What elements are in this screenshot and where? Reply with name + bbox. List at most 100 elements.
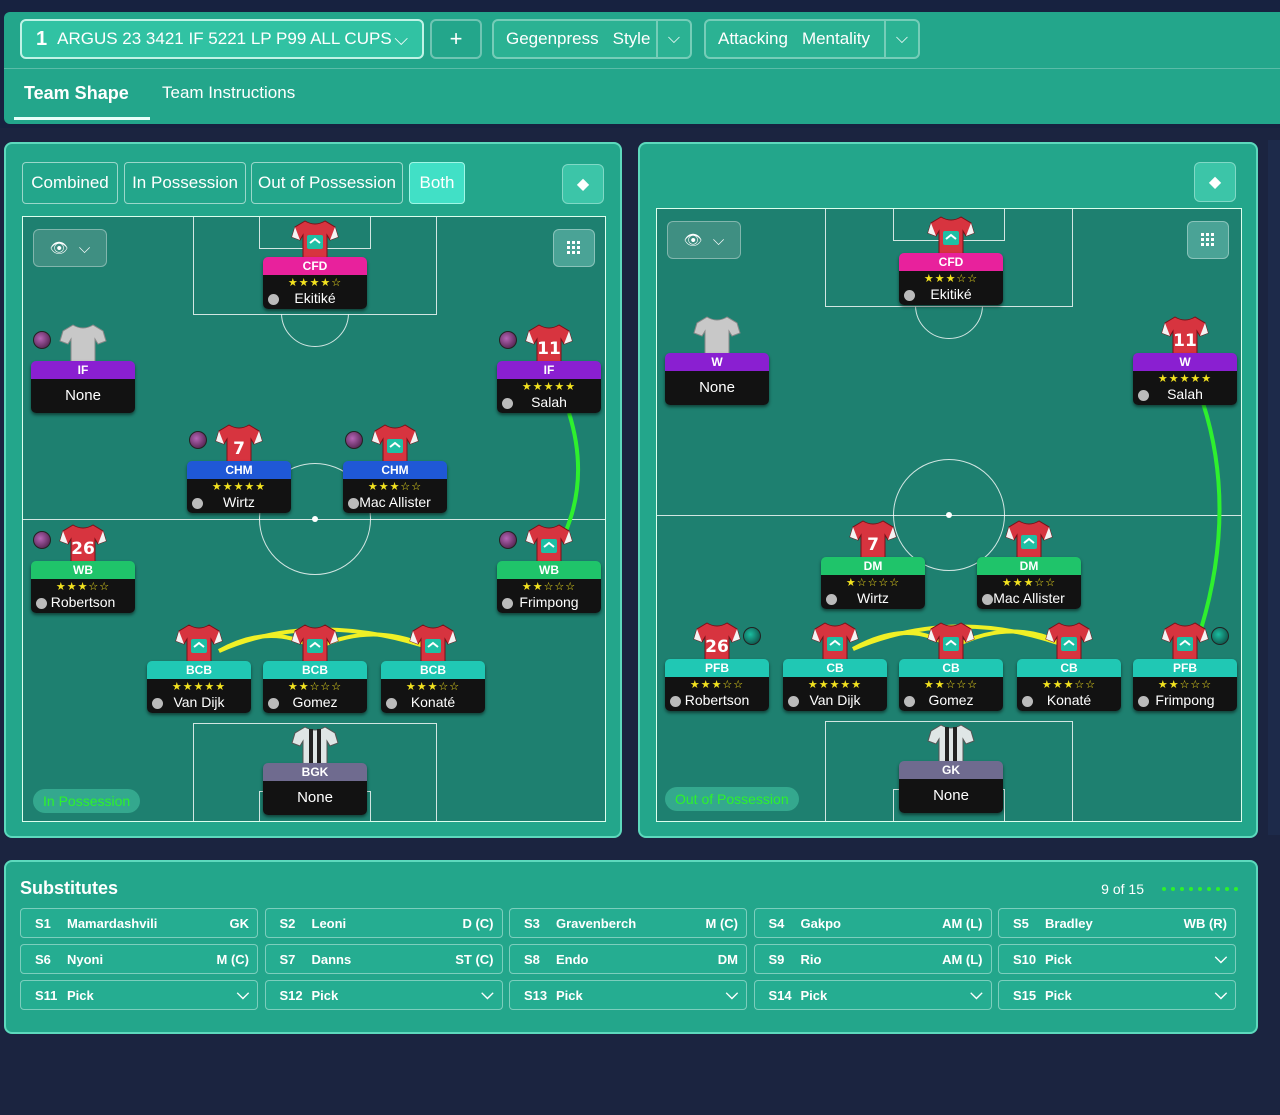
chevron-down-icon: ⌵ bbox=[1214, 986, 1227, 1003]
player-card[interactable]: BCB ★★★★★ Van Dijk bbox=[147, 661, 251, 713]
player-rating-stars: ★★★☆☆ bbox=[1001, 577, 1057, 589]
substitute-slot[interactable]: S10 Pick ⌵ bbox=[998, 944, 1236, 974]
player-card[interactable]: BGK None bbox=[263, 763, 367, 815]
slot-position: AM (L) bbox=[942, 951, 983, 967]
instruction-dot-icon[interactable] bbox=[499, 531, 517, 549]
substitute-slot[interactable]: S3 Gravenberch M (C) bbox=[509, 908, 747, 938]
player-card-body: ★★★☆☆ Konaté bbox=[1017, 677, 1121, 711]
player-rating-stars: ★★★★★ bbox=[211, 481, 267, 493]
player-shirt-icon bbox=[175, 623, 223, 665]
player-card[interactable]: PFB ★★☆☆☆ Frimpong bbox=[1133, 659, 1237, 711]
substitute-slot[interactable]: S6 Nyoni M (C) bbox=[20, 944, 258, 974]
substitute-slot[interactable]: S11 Pick ⌵ bbox=[20, 980, 258, 1010]
link-line bbox=[1199, 402, 1222, 630]
player-shirt-icon bbox=[291, 623, 339, 665]
substitute-slot[interactable]: S14 Pick ⌵ bbox=[753, 980, 992, 1010]
player-shirt-icon: 7 bbox=[849, 519, 897, 561]
slot-number: S9 bbox=[768, 951, 785, 967]
player-card-body: ★★★★★ Salah bbox=[497, 379, 601, 413]
player-role: W bbox=[665, 353, 769, 371]
player-shirt-icon bbox=[927, 621, 975, 663]
player-role: GK bbox=[899, 761, 1003, 779]
tactic-selector[interactable]: 1 ARGUS 23 3421 IF 5221 LP P99 ALL CUPS … bbox=[20, 19, 424, 59]
mentality-dropdown[interactable]: Attacking Mentality ⌵ bbox=[704, 19, 920, 59]
player-card[interactable]: CFD ★★★★☆ Ekitiké bbox=[263, 257, 367, 309]
player-shirt-icon: 26 bbox=[693, 621, 741, 663]
player-shirt-icon: 11 bbox=[525, 323, 573, 365]
player-role: CHM bbox=[343, 461, 447, 479]
substitute-slot[interactable]: S7 Danns ST (C) bbox=[264, 944, 503, 974]
tabs-row: Team Shape Team Instructions bbox=[4, 68, 1280, 124]
filter-in-possession[interactable]: In Possession bbox=[124, 162, 246, 204]
player-role: PFB bbox=[1133, 659, 1237, 677]
player-card[interactable]: CHM ★★★☆☆ Mac Allister bbox=[343, 461, 447, 513]
filter-both[interactable]: Both bbox=[409, 162, 465, 204]
substitute-slot[interactable]: S8 Endo DM bbox=[509, 944, 747, 974]
player-card[interactable]: DM ★☆☆☆☆ Wirtz bbox=[821, 557, 925, 609]
player-card[interactable]: WB ★★☆☆☆ Frimpong bbox=[497, 561, 601, 613]
player-role: BCB bbox=[147, 661, 251, 679]
player-avatar-icon bbox=[192, 498, 203, 509]
instruction-dot-icon[interactable] bbox=[345, 431, 363, 449]
slot-position: ST (C) bbox=[455, 951, 494, 967]
slot-player-name: Danns bbox=[311, 951, 352, 967]
instruction-dot-icon[interactable] bbox=[33, 331, 51, 349]
substitute-slot[interactable]: S4 Gakpo AM (L) bbox=[753, 908, 992, 938]
player-card[interactable]: WB ★★★☆☆ Robertson bbox=[31, 561, 135, 613]
player-card[interactable]: W ★★★★★ Salah bbox=[1133, 353, 1237, 405]
slot-number: S5 bbox=[1013, 915, 1029, 931]
substitute-slot[interactable]: S1 Mamardashvili GK bbox=[20, 908, 258, 938]
diamond-icon[interactable]: ◆ bbox=[1194, 162, 1236, 202]
player-role: W bbox=[1133, 353, 1237, 371]
player-card[interactable]: PFB ★★★☆☆ Robertson bbox=[665, 659, 769, 711]
substitute-slot[interactable]: S12 Pick ⌵ bbox=[264, 980, 503, 1010]
player-card[interactable]: CFD ★★★☆☆ Ekitiké bbox=[899, 253, 1003, 305]
filter-combined[interactable]: Combined bbox=[22, 162, 118, 204]
player-rating-stars: ★★☆☆☆ bbox=[1157, 679, 1213, 691]
tab-team-shape[interactable]: Team Shape bbox=[24, 83, 129, 104]
player-card[interactable]: CB ★★★★★ Van Dijk bbox=[783, 659, 887, 711]
player-shirt-icon bbox=[1161, 621, 1209, 663]
player-card[interactable]: W None bbox=[665, 353, 769, 405]
player-rating-stars: ★★★☆☆ bbox=[405, 681, 461, 693]
substitute-slot[interactable]: S13 Pick ⌵ bbox=[509, 980, 747, 1010]
instruction-dot-icon[interactable] bbox=[743, 627, 761, 645]
substitute-slot[interactable]: S5 Bradley WB (R) bbox=[998, 908, 1236, 938]
instruction-dot-icon[interactable] bbox=[499, 331, 517, 349]
player-card[interactable]: BCB ★★☆☆☆ Gomez bbox=[263, 661, 367, 713]
instruction-dot-icon[interactable] bbox=[33, 531, 51, 549]
player-shirt-icon bbox=[409, 623, 457, 665]
instruction-dot-icon[interactable] bbox=[1211, 627, 1229, 645]
player-card[interactable]: IF ★★★★★ Salah bbox=[497, 361, 601, 413]
chevron-down-icon[interactable]: ⌵ bbox=[884, 21, 918, 57]
add-tactic-button[interactable]: + bbox=[430, 19, 482, 59]
player-card[interactable]: IF None bbox=[31, 361, 135, 413]
slot-player-name: Pick bbox=[1045, 951, 1072, 967]
player-role: CB bbox=[1017, 659, 1121, 677]
player-card[interactable]: CB ★★★☆☆ Konaté bbox=[1017, 659, 1121, 711]
substitute-slot[interactable]: S15 Pick ⌵ bbox=[998, 980, 1236, 1010]
slot-player-name: Gravenberch bbox=[556, 915, 637, 931]
player-card-body: ★★★★☆ Ekitiké bbox=[263, 275, 367, 309]
filter-out-of-possession[interactable]: Out of Possession bbox=[251, 162, 403, 204]
player-card[interactable]: DM ★★★☆☆ Mac Allister bbox=[977, 557, 1081, 609]
player-card-body: ★★★★★ Van Dijk bbox=[147, 679, 251, 713]
player-card[interactable]: CHM ★★★★★ Wirtz bbox=[187, 461, 291, 513]
slot-player-name: Nyoni bbox=[67, 951, 104, 967]
player-card[interactable]: CB ★★☆☆☆ Gomez bbox=[899, 659, 1003, 711]
player-avatar-icon bbox=[904, 696, 915, 707]
mentality-label: Mentality bbox=[801, 29, 870, 48]
player-card[interactable]: GK None bbox=[899, 761, 1003, 813]
diamond-icon[interactable]: ◆ bbox=[562, 164, 604, 204]
player-name: None bbox=[699, 379, 735, 396]
style-dropdown[interactable]: Gegenpress Style ⌵ bbox=[492, 19, 692, 59]
instruction-dot-icon[interactable] bbox=[189, 431, 207, 449]
substitute-slot[interactable]: S9 Rio AM (L) bbox=[753, 944, 992, 974]
tab-team-instructions[interactable]: Team Instructions bbox=[162, 83, 295, 103]
svg-text:7: 7 bbox=[233, 439, 245, 459]
chevron-down-icon: ⌵ bbox=[481, 986, 494, 1003]
player-rating-stars: ★★★★★ bbox=[521, 381, 577, 393]
player-card[interactable]: BCB ★★★☆☆ Konaté bbox=[381, 661, 485, 713]
substitute-slot[interactable]: S2 Leoni D (C) bbox=[264, 908, 503, 938]
chevron-down-icon[interactable]: ⌵ bbox=[656, 21, 690, 57]
